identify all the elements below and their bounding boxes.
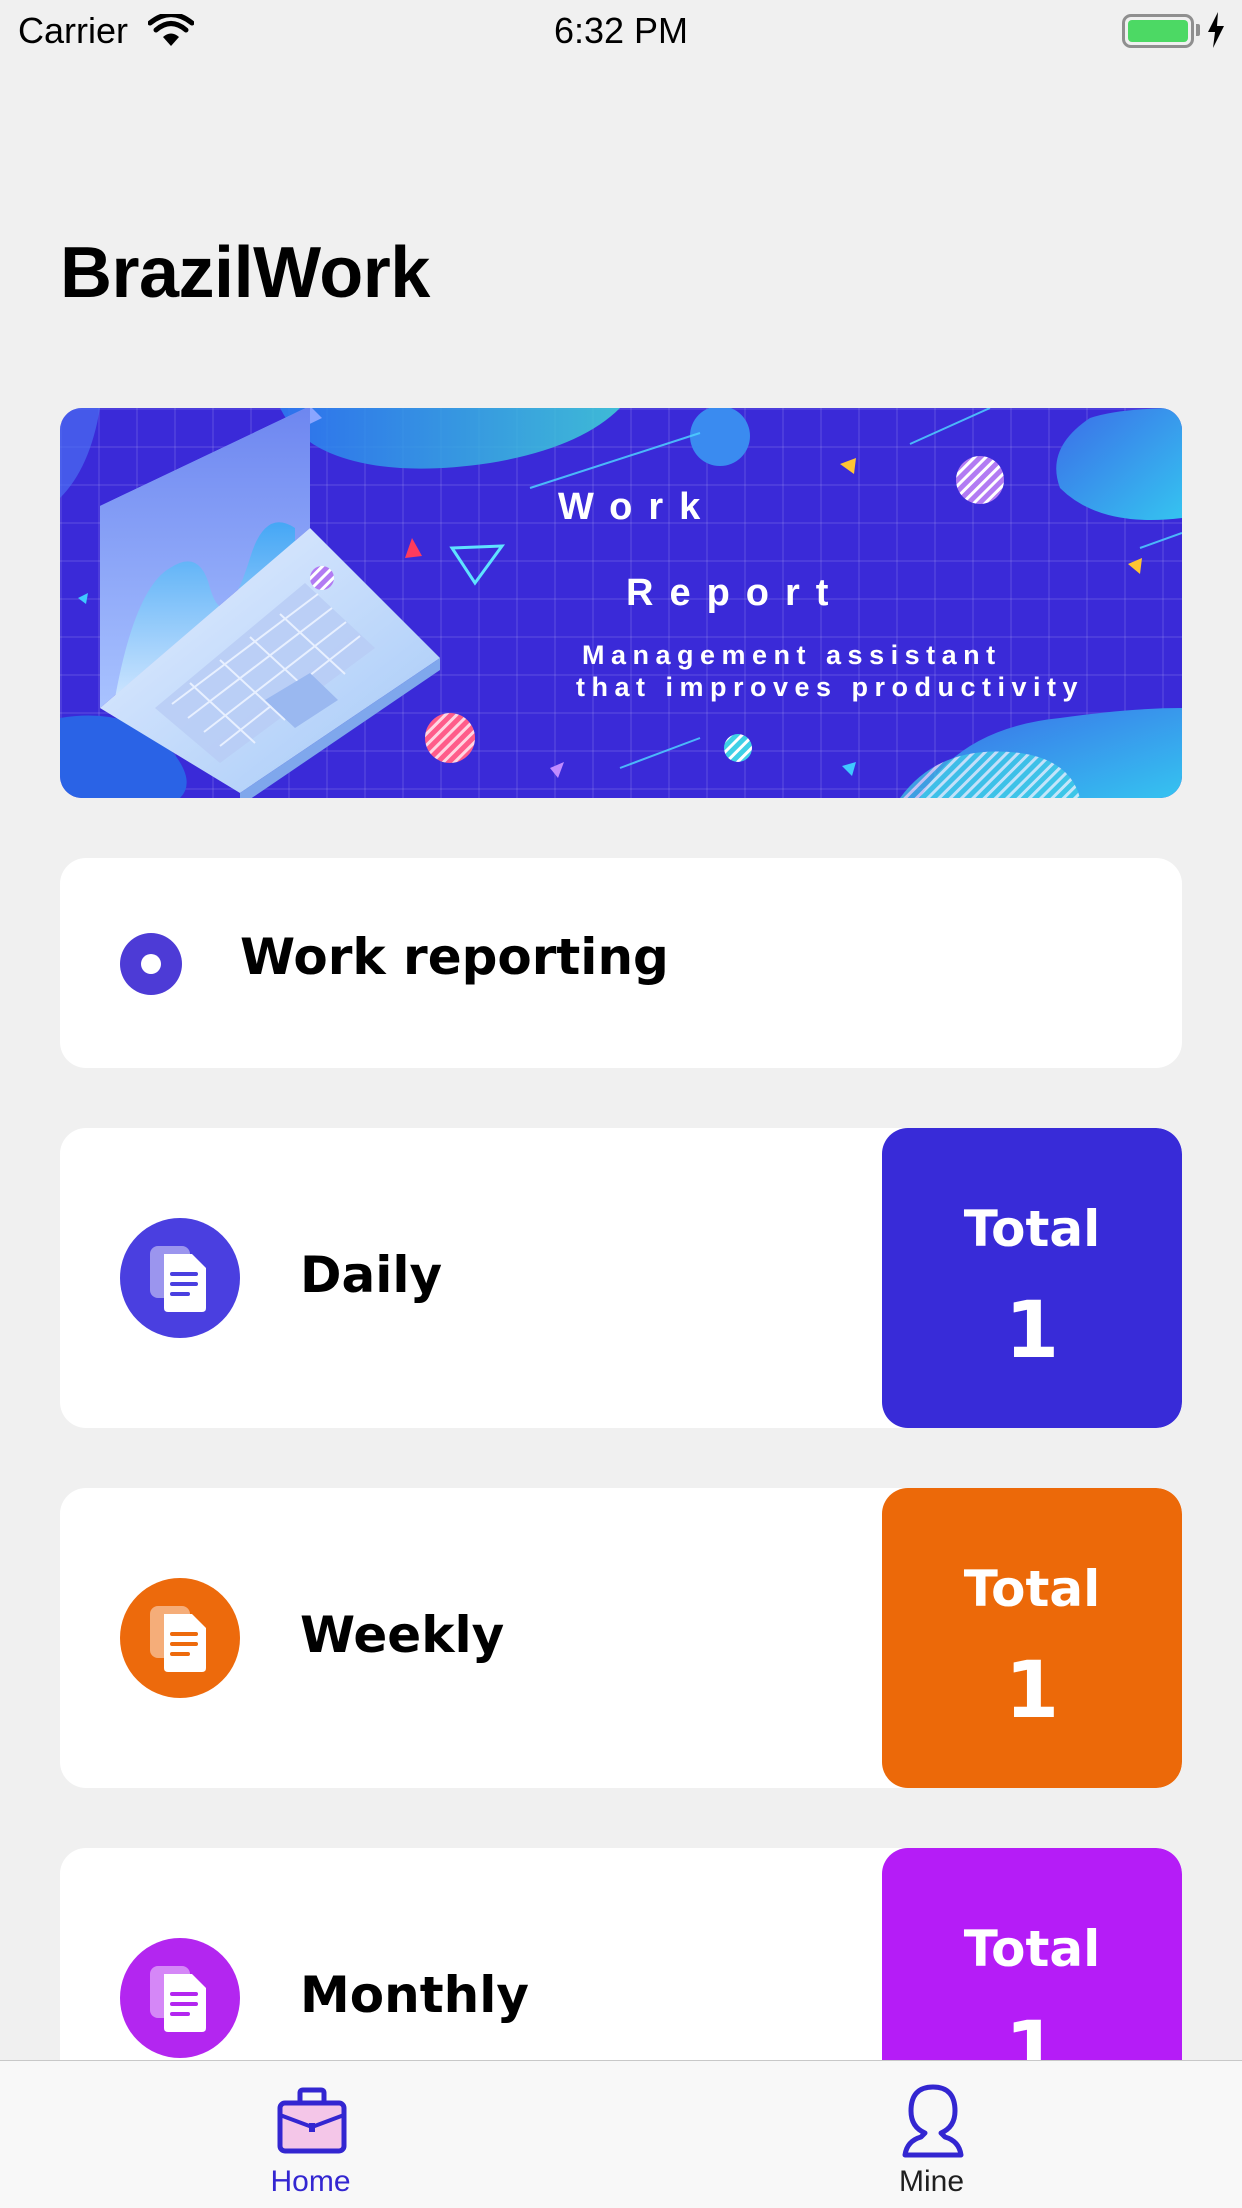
tab-bar: Home Mine: [0, 2060, 1242, 2208]
total-badge-weekly[interactable]: Total 1: [882, 1488, 1182, 1788]
banner-title-line2: Report: [626, 572, 845, 614]
tab-label-home: Home: [270, 2165, 351, 2198]
report-card-weekly[interactable]: Weekly Total 1: [60, 1488, 1182, 1788]
page-title: BrazilWork: [60, 233, 430, 313]
work-reporting-section: Work reporting: [60, 858, 1182, 1068]
tab-label-mine: Mine: [898, 2165, 965, 2198]
total-label: Total: [963, 1200, 1101, 1258]
tab-home[interactable]: Home: [0, 2061, 621, 2208]
status-bar: Carrier 6:32 PM: [0, 0, 1242, 60]
report-label-weekly: Weekly: [300, 1606, 505, 1664]
radio-dot-icon: [120, 933, 182, 995]
report-card-daily[interactable]: Daily Total 1: [60, 1128, 1182, 1428]
weekly-document-icon: [120, 1578, 240, 1698]
total-badge-daily[interactable]: Total 1: [882, 1128, 1182, 1428]
battery-tip: [1196, 24, 1200, 36]
tab-mine[interactable]: Mine: [621, 2061, 1242, 2208]
banner-subtitle-line2: that improves productivity: [576, 672, 1085, 702]
user-icon: [902, 2084, 964, 2158]
clock: 6:32 PM: [553, 10, 689, 51]
section-title: Work reporting: [240, 928, 669, 986]
report-label-daily: Daily: [300, 1246, 443, 1304]
monthly-document-icon: [120, 1938, 240, 2058]
briefcase-icon: [277, 2087, 347, 2154]
daily-document-icon: [120, 1218, 240, 1338]
total-value: 1: [1004, 1646, 1060, 1736]
report-label-monthly: Monthly: [300, 1966, 529, 2024]
charging-bolt-icon: [1208, 12, 1224, 48]
total-value: 1: [1004, 1286, 1060, 1376]
banner-title-line1: Work: [558, 486, 717, 528]
battery-icon: [1122, 14, 1194, 48]
total-label: Total: [963, 1560, 1101, 1618]
banner-subtitle-line1: Management assistant: [582, 640, 1002, 670]
banner[interactable]: Work Report Management assistant that im…: [60, 408, 1182, 798]
total-label: Total: [963, 1920, 1101, 1978]
banner-illustration: [60, 408, 1182, 798]
